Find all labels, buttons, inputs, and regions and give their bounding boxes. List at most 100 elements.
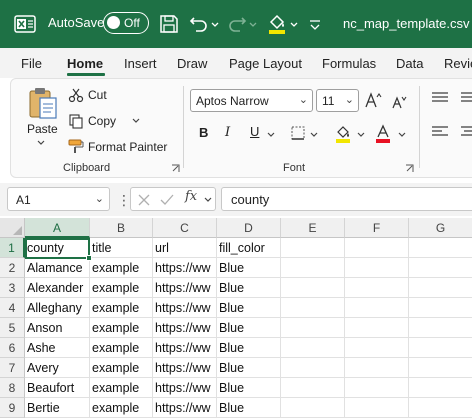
cell-a7[interactable]: Avery [25, 358, 90, 378]
cell-g2[interactable] [409, 258, 472, 278]
cell-b6[interactable]: example [90, 338, 153, 358]
enter-icon[interactable] [159, 193, 175, 207]
underline-dropdown-icon[interactable] [266, 131, 276, 139]
highlight-color-icon[interactable] [334, 124, 352, 144]
bold-button[interactable]: B [199, 125, 208, 140]
formula-input[interactable]: county [221, 187, 472, 211]
column-header-a[interactable]: A [25, 218, 90, 238]
highlight-dropdown-icon[interactable] [356, 131, 366, 139]
align-top-icon[interactable] [431, 91, 449, 105]
underline-button[interactable]: U [250, 124, 259, 139]
copy-icon[interactable] [68, 113, 84, 129]
cell-d8[interactable]: Blue [217, 378, 281, 398]
tab-formulas[interactable]: Formulas [322, 56, 376, 71]
tab-insert[interactable]: Insert [124, 56, 157, 71]
cell-f7[interactable] [345, 358, 409, 378]
cell-f9[interactable] [345, 398, 409, 418]
cancel-icon[interactable] [137, 193, 151, 207]
font-color-dropdown-icon[interactable] [397, 131, 407, 139]
cell-g4[interactable] [409, 298, 472, 318]
align-middle-icon[interactable] [460, 91, 472, 105]
cell-a2[interactable]: Alamance [25, 258, 90, 278]
cell-e8[interactable] [281, 378, 345, 398]
cell-f4[interactable] [345, 298, 409, 318]
row-header-7[interactable]: 7 [0, 358, 25, 378]
row-header-6[interactable]: 6 [0, 338, 25, 358]
fill-handle[interactable] [86, 255, 92, 261]
cell-b5[interactable]: example [90, 318, 153, 338]
row-header-4[interactable]: 4 [0, 298, 25, 318]
cell-b1[interactable]: title [90, 238, 153, 258]
cell-e2[interactable] [281, 258, 345, 278]
row-header-3[interactable]: 3 [0, 278, 25, 298]
font-size-select[interactable]: 11 ⌄ [316, 89, 359, 112]
cell-a5[interactable]: Anson [25, 318, 90, 338]
autosave-toggle[interactable]: Off [103, 12, 149, 34]
fill-color-dropdown-icon[interactable] [289, 13, 299, 35]
tab-review[interactable]: Revie [444, 56, 472, 71]
row-header-9[interactable]: 9 [0, 398, 25, 418]
cell-c5[interactable]: https://ww [153, 318, 217, 338]
undo-icon[interactable] [188, 13, 210, 35]
cell-b2[interactable]: example [90, 258, 153, 278]
cell-e5[interactable] [281, 318, 345, 338]
paste-dropdown-icon[interactable] [36, 139, 46, 147]
cell-c2[interactable]: https://ww [153, 258, 217, 278]
borders-icon[interactable] [290, 125, 306, 141]
cell-f3[interactable] [345, 278, 409, 298]
decrease-font-size-icon[interactable] [391, 94, 407, 110]
cell-f1[interactable] [345, 238, 409, 258]
cell-b3[interactable]: example [90, 278, 153, 298]
cell-c8[interactable]: https://ww [153, 378, 217, 398]
select-all-button[interactable] [0, 218, 25, 238]
cell-g9[interactable] [409, 398, 472, 418]
cell-d2[interactable]: Blue [217, 258, 281, 278]
save-icon[interactable] [158, 13, 180, 35]
cell-a4[interactable]: Alleghany [25, 298, 90, 318]
cell-g6[interactable] [409, 338, 472, 358]
borders-dropdown-icon[interactable] [309, 131, 319, 139]
redo-dropdown-icon[interactable] [248, 13, 258, 35]
cell-g7[interactable] [409, 358, 472, 378]
cell-e6[interactable] [281, 338, 345, 358]
cell-b8[interactable]: example [90, 378, 153, 398]
cell-d1[interactable]: fill_color [217, 238, 281, 258]
align-center-icon[interactable] [460, 125, 472, 139]
cut-icon[interactable] [68, 87, 84, 103]
cell-a6[interactable]: Ashe [25, 338, 90, 358]
font-color-icon[interactable] [374, 124, 392, 144]
paste-icon[interactable] [27, 86, 59, 120]
tab-home[interactable]: Home [67, 56, 103, 71]
cut-button[interactable]: Cut [88, 88, 107, 102]
cell-f2[interactable] [345, 258, 409, 278]
column-header-f[interactable]: F [345, 218, 409, 238]
cell-c3[interactable]: https://ww [153, 278, 217, 298]
column-header-d[interactable]: D [217, 218, 281, 238]
column-header-e[interactable]: E [281, 218, 345, 238]
cell-b7[interactable]: example [90, 358, 153, 378]
cell-e4[interactable] [281, 298, 345, 318]
cell-c6[interactable]: https://ww [153, 338, 217, 358]
cell-g8[interactable] [409, 378, 472, 398]
cell-d4[interactable]: Blue [217, 298, 281, 318]
font-name-select[interactable]: Aptos Narrow ⌄ [190, 89, 313, 112]
cell-f6[interactable] [345, 338, 409, 358]
cell-d3[interactable]: Blue [217, 278, 281, 298]
format-painter-icon[interactable] [67, 138, 85, 154]
cell-a8[interactable]: Beaufort [25, 378, 90, 398]
cell-f8[interactable] [345, 378, 409, 398]
cell-c7[interactable]: https://ww [153, 358, 217, 378]
cell-c9[interactable]: https://ww [153, 398, 217, 418]
cell-g1[interactable] [409, 238, 472, 258]
font-launcher-icon[interactable] [405, 164, 414, 173]
customize-toolbar-icon[interactable] [308, 13, 322, 35]
align-left-icon[interactable] [431, 125, 449, 139]
cell-b4[interactable]: example [90, 298, 153, 318]
increase-font-size-icon[interactable] [364, 91, 382, 109]
more-options-icon[interactable]: ⋮ [117, 192, 131, 209]
clipboard-launcher-icon[interactable] [171, 164, 180, 173]
column-header-c[interactable]: C [153, 218, 217, 238]
cell-b9[interactable]: example [90, 398, 153, 418]
cell-d7[interactable]: Blue [217, 358, 281, 378]
cell-d6[interactable]: Blue [217, 338, 281, 358]
